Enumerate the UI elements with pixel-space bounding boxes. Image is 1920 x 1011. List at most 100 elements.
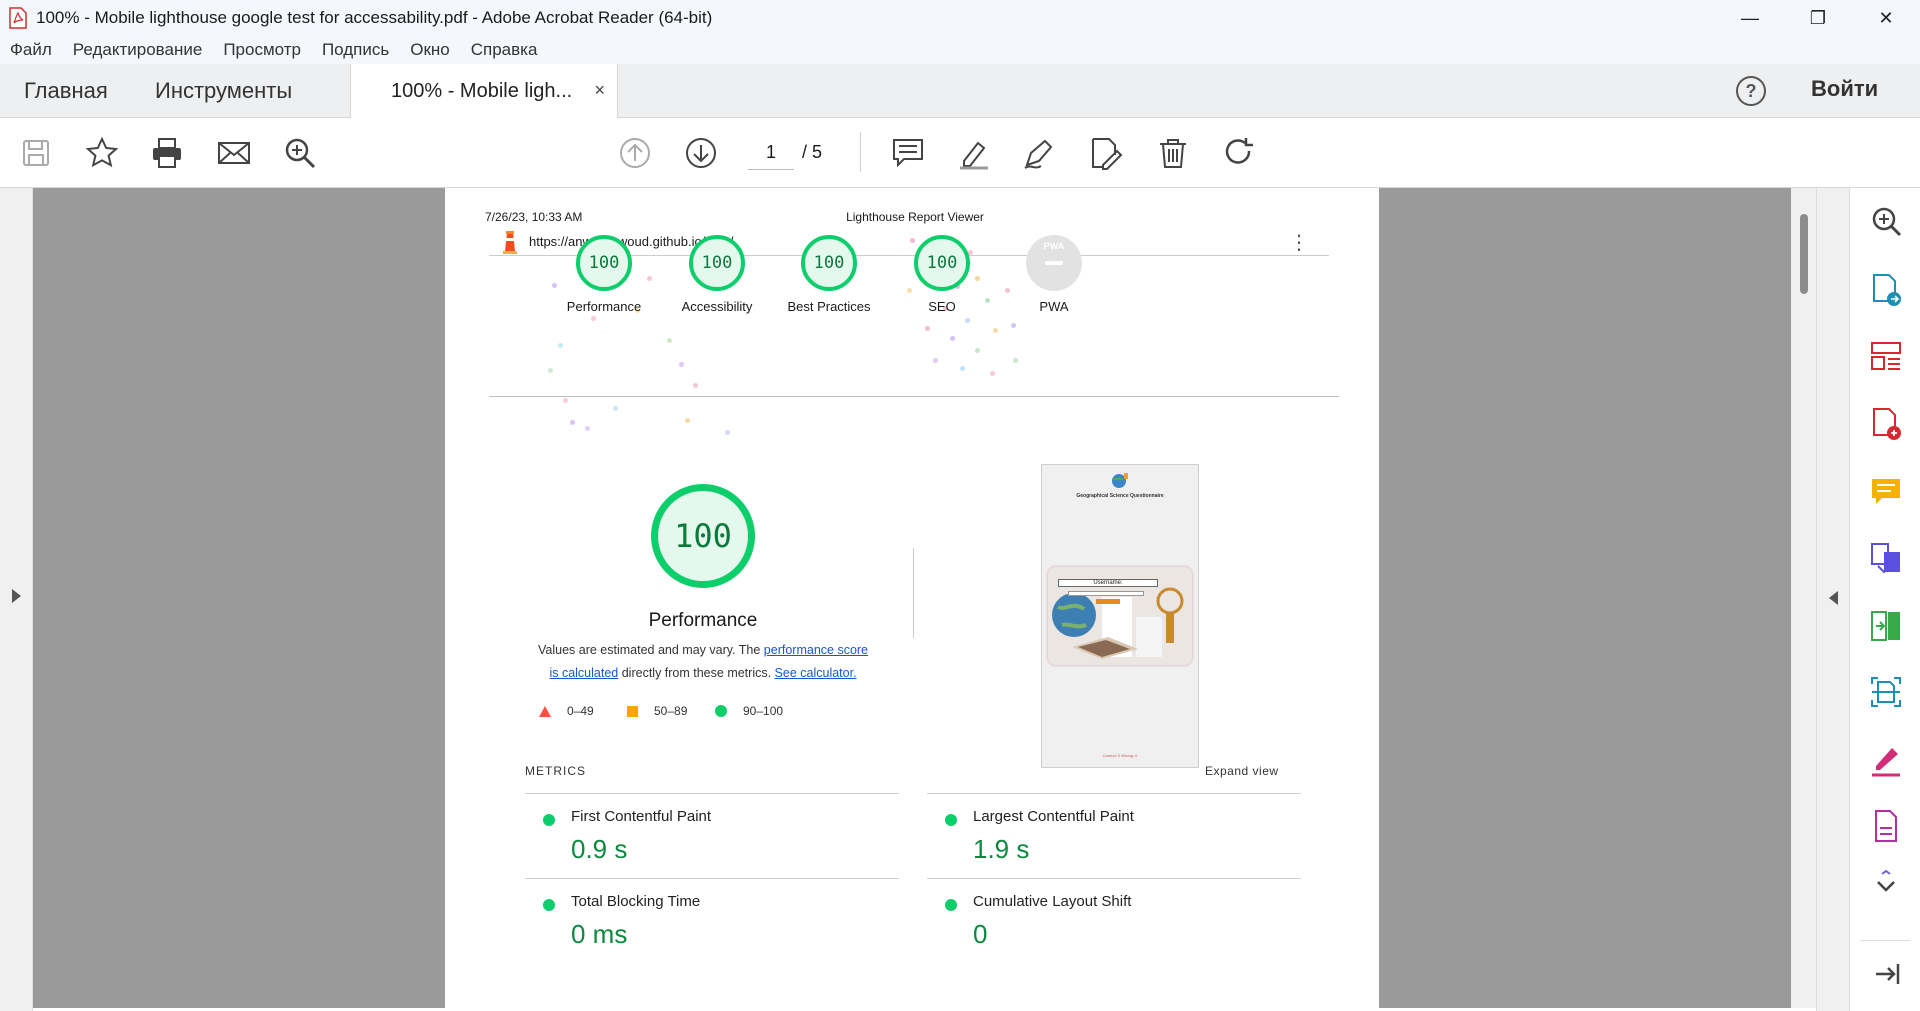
document-tool-icon[interactable] [1868, 808, 1904, 844]
pass-circle-icon [715, 705, 727, 717]
gauge-performance[interactable]: 100 [576, 235, 632, 291]
collapse-right-panel-icon[interactable] [1828, 590, 1840, 606]
gauge-seo-label: SEO [928, 299, 956, 314]
metrics-heading: METRICS [525, 764, 586, 778]
tools-pane [1849, 188, 1920, 1011]
gauge-best-practices-label: Best Practices [787, 299, 871, 314]
more-tools-chevron-icon[interactable] [1868, 868, 1904, 904]
maximize-button[interactable]: ❐ [1784, 0, 1852, 36]
gauge-seo[interactable]: 100 [914, 235, 970, 291]
metric-cls: Cumulative Layout Shift 0 [927, 878, 1301, 962]
average-square-icon [627, 705, 638, 717]
login-button[interactable]: Войти [1811, 76, 1878, 102]
gauge-accessibility[interactable]: 100 [689, 235, 745, 291]
comment-tool-icon[interactable] [1868, 474, 1904, 510]
collapse-tools-icon[interactable] [1868, 956, 1904, 992]
screenshot-username-label: Username: [1058, 579, 1158, 587]
document-tab-label: 100% - Mobile ligh... [391, 80, 573, 102]
page-number-input[interactable]: 1 [748, 142, 794, 170]
search-icon[interactable] [282, 135, 318, 171]
metric-lcp-name: Largest Contentful Paint [973, 808, 1134, 825]
performance-description: Values are estimated and may vary. The p… [533, 639, 873, 685]
pwa-badge-text: PWA [1043, 241, 1065, 251]
tab-home[interactable]: Главная [24, 64, 108, 118]
tab-bar: Главная Инструменты 100% - Mobile ligh..… [0, 64, 1920, 119]
fill-sign-icon[interactable] [1868, 742, 1904, 778]
highlight-icon[interactable] [956, 135, 992, 171]
organize-pages-icon[interactable] [1868, 338, 1904, 374]
metric-cls-name: Cumulative Layout Shift [973, 893, 1132, 910]
gauge-pwa[interactable]: PWA [1026, 235, 1082, 291]
vertical-scrollbar[interactable] [1791, 188, 1816, 1008]
gauge-performance-label: Performance [566, 299, 642, 314]
screenshot-heading: Geographical Science Questionnaire [1076, 493, 1164, 499]
score-divider [489, 396, 1339, 397]
menu-bar: Файл Редактирование Просмотр Подпись Окн… [0, 36, 1920, 64]
vertical-separator [913, 548, 914, 638]
create-pdf-icon[interactable] [1868, 406, 1904, 442]
tab-tools[interactable]: Инструменты [155, 64, 292, 118]
metric-tbt: Total Blocking Time 0 ms [525, 878, 899, 962]
export-pdf-icon[interactable] [1868, 272, 1904, 308]
acrobat-icon [8, 7, 28, 29]
right-panel-strip[interactable] [1816, 188, 1849, 1011]
gauge-best-practices[interactable]: 100 [801, 235, 857, 291]
globe-logo-icon [1112, 473, 1128, 488]
tab-document[interactable]: 100% - Mobile ligh... × [350, 64, 618, 119]
see-calculator-link[interactable]: See calculator. [775, 666, 857, 680]
page-down-icon[interactable] [683, 135, 719, 171]
pass-dot-icon [945, 899, 957, 911]
metric-fcp: First Contentful Paint 0.9 s [525, 793, 899, 877]
metric-lcp: Largest Contentful Paint 1.9 s [927, 793, 1301, 877]
metric-fcp-value: 0.9 s [571, 834, 628, 864]
performance-title: Performance [648, 610, 758, 631]
delete-icon[interactable] [1155, 135, 1191, 171]
print-icon[interactable] [149, 135, 185, 171]
rotate-icon[interactable] [1221, 135, 1257, 171]
metric-lcp-value: 1.9 s [973, 834, 1030, 864]
screenshot-footer: Correct: 0 Wrong: 0 [1102, 753, 1138, 758]
gauge-accessibility-label: Accessibility [681, 299, 753, 314]
legend-fail-label: 0–49 [567, 704, 594, 718]
desc-text-1: Values are estimated and may vary. The [537, 643, 764, 657]
gauge-pwa-label: PWA [1039, 299, 1069, 314]
compress-pdf-icon[interactable] [1868, 608, 1904, 644]
expand-left-panel-icon[interactable] [10, 588, 22, 604]
window-title: 100% - Mobile lighthouse google test for… [36, 8, 713, 27]
bookmark-star-icon[interactable] [84, 135, 120, 171]
menu-window[interactable]: Окно [410, 40, 450, 60]
minimize-button[interactable]: — [1716, 0, 1784, 36]
edit-pdf-icon[interactable] [1087, 135, 1123, 171]
legend-average: 50–89 [627, 704, 687, 718]
metric-cls-value: 0 [973, 919, 988, 949]
scan-ocr-icon[interactable] [1868, 674, 1904, 710]
menu-file[interactable]: Файл [10, 40, 52, 60]
sign-pen-icon[interactable] [1021, 135, 1057, 171]
tools-separator [1860, 940, 1910, 941]
performance-main-gauge: 100 [651, 484, 755, 588]
page-total: / 5 [802, 142, 823, 162]
menu-help[interactable]: Справка [471, 40, 538, 60]
scrollbar-thumb[interactable] [1800, 214, 1808, 294]
pdf-page: 7/26/23, 10:33 AM Lighthouse Report View… [445, 188, 1379, 1008]
pass-dot-icon [543, 814, 555, 826]
menu-edit[interactable]: Редактирование [73, 40, 203, 60]
close-tab-icon[interactable]: × [594, 80, 605, 101]
page-up-icon[interactable] [617, 135, 653, 171]
zoom-search-icon[interactable] [1868, 204, 1904, 240]
left-panel-strip[interactable] [0, 188, 33, 1011]
comment-icon[interactable] [890, 135, 926, 171]
lighthouse-icon [503, 231, 517, 254]
screenshot-start-button [1096, 599, 1120, 604]
report-viewer-title: Lighthouse Report Viewer [846, 210, 984, 224]
email-icon[interactable] [216, 135, 252, 171]
combine-files-icon[interactable] [1868, 540, 1904, 576]
menu-view[interactable]: Просмотр [223, 40, 301, 60]
title-bar: 100% - Mobile lighthouse google test for… [0, 0, 1920, 36]
metric-tbt-value: 0 ms [571, 919, 628, 949]
close-window-button[interactable]: ✕ [1852, 0, 1920, 36]
menu-sign[interactable]: Подпись [322, 40, 389, 60]
save-icon[interactable] [18, 135, 54, 171]
expand-view-button[interactable]: Expand view [1205, 764, 1279, 778]
help-icon[interactable]: ? [1736, 76, 1766, 106]
